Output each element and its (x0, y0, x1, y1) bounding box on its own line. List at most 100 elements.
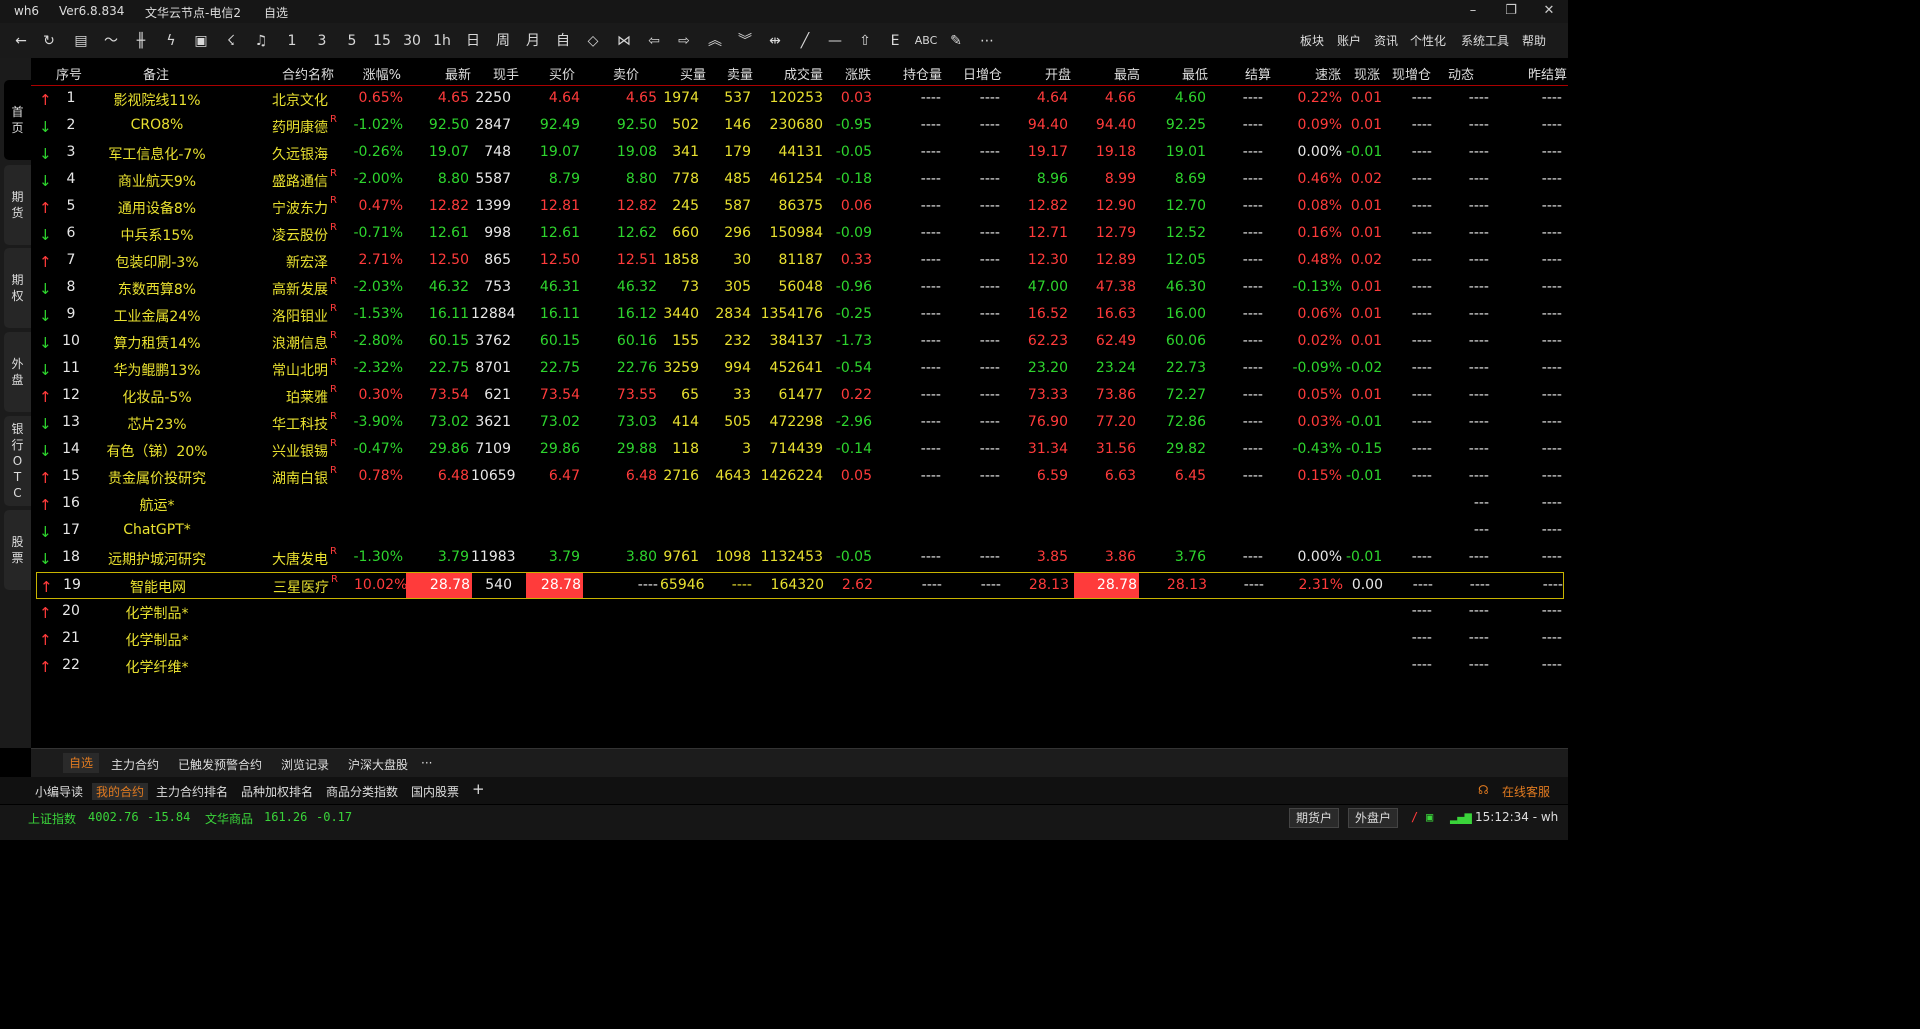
tab-weighted-ranking[interactable]: 品种加权排名 (241, 783, 313, 800)
line-chart-icon[interactable]: 〜 (99, 31, 123, 51)
column-header[interactable]: 合约名称 (263, 64, 353, 83)
online-service-link[interactable]: 在线客服 (1502, 783, 1550, 800)
tab-commodity-index[interactable]: 商品分类指数 (326, 783, 398, 800)
table-row[interactable]: ↓ 9 工业金属24% 洛阳钼业 R -1.53% 16.11 12884 16.11 16.12… (31, 302, 1568, 329)
abc-icon[interactable]: ABC (914, 31, 938, 51)
column-header[interactable]: 买价 (537, 64, 587, 83)
tab-editor-picks[interactable]: 小编导读 (35, 783, 83, 800)
tab-bank-otc[interactable]: 银行OTC (4, 416, 31, 506)
table-row[interactable]: ↓ 2 CRO8% 药明康德 R -1.02% 92.50 2847 92.49 92.50 502… (31, 113, 1568, 140)
text-e-icon[interactable]: Ε (883, 31, 907, 51)
period-day[interactable]: 日 (461, 31, 485, 51)
table-row[interactable]: ↓ 8 东数西算8% 高新发展 R -2.03% 46.32 753 46.31 46.32 73 3… (31, 275, 1568, 302)
headset-icon[interactable]: ☊ (1478, 783, 1489, 797)
tab-main-contracts[interactable]: 主力合约 (111, 756, 159, 773)
menu-system-tools[interactable]: 系统工具 (1461, 32, 1509, 49)
column-header[interactable]: 现涨 (1354, 64, 1380, 83)
table-row[interactable]: ↓ 17 ChatGPT* --- ---- (31, 518, 1568, 545)
column-header[interactable]: 开盘 (1036, 64, 1071, 83)
tab-large-cap[interactable]: 沪深大盘股 (348, 756, 408, 773)
column-header[interactable]: 备注 (111, 64, 201, 83)
server-node[interactable]: 文华云节点-电信2 (145, 4, 241, 21)
diamond-icon[interactable]: ◇ (581, 31, 605, 51)
table-row[interactable]: ↓ 10 算力租赁14% 浪潮信息 R -2.80% 60.15 3762 60.15 60.16… (31, 329, 1568, 356)
column-header[interactable]: 速涨 (1301, 64, 1341, 83)
tab-history[interactable]: 浏览记录 (281, 756, 329, 773)
menu-personalize[interactable]: 个性化 (1410, 32, 1446, 49)
table-row[interactable]: ↑ 19 智能电网 三星医疗 R 10.02% 28.78 540 28.78 ---- 65946… (36, 572, 1564, 599)
tab-my-contracts[interactable]: 我的合约 (92, 783, 149, 800)
tab-home[interactable]: 首页 (4, 80, 31, 160)
double-down-icon[interactable]: ︾ (733, 31, 757, 51)
table-row[interactable]: ↑ 22 化学纤维* ---- ---- ---- (31, 653, 1568, 680)
table-row[interactable]: ↓ 4 商业航天9% 盛路通信 R -2.00% 8.80 5587 8.79 8.80 778 48… (31, 167, 1568, 194)
column-header[interactable]: 现手 (479, 64, 519, 83)
tab-futures[interactable]: 期货 (4, 165, 31, 245)
diagonal-line-icon[interactable]: ╱ (793, 31, 817, 51)
table-row[interactable]: ↑ 7 包装印刷-3% 新宏泽 2.71% 12.50 865 12.50 12.51 1858 3… (31, 248, 1568, 275)
table-row[interactable]: ↓ 11 华为鲲鹏13% 常山北明 R -2.32% 22.75 8701 22.75 22.76… (31, 356, 1568, 383)
tab-watchlist[interactable]: 自选 (63, 753, 100, 773)
tab-triggered-alerts[interactable]: 已触发预警合约 (178, 756, 262, 773)
tab-main-ranking[interactable]: 主力合约排名 (156, 783, 228, 800)
more-tabs-icon[interactable]: ··· (421, 756, 432, 770)
menu-account[interactable]: 账户 (1337, 32, 1361, 49)
table-row[interactable]: ↓ 14 有色（锑）20% 兴业银锡 R -0.47% 29.86 7109 29.86 29.8… (31, 437, 1568, 464)
column-header[interactable]: 卖量 (718, 64, 753, 83)
menu-news[interactable]: 资讯 (1374, 32, 1398, 49)
double-up-icon[interactable]: ︽ (703, 31, 727, 51)
tab-foreign[interactable]: 外盘 (4, 332, 31, 412)
futures-account-button[interactable]: 期货户 (1289, 808, 1340, 828)
minimize-icon[interactable]: – (1461, 2, 1485, 20)
pen-icon[interactable]: ✎ (944, 31, 968, 51)
column-header[interactable]: 最新 (431, 64, 471, 83)
tab-stocks[interactable]: 股票 (4, 510, 31, 590)
horizontal-line-icon[interactable]: — (823, 31, 847, 51)
table-row[interactable]: ↓ 3 军工信息化-7% 久远银海 -0.26% 19.07 748 19.07 19.08 34… (31, 140, 1568, 167)
range-icon[interactable]: ⇹ (763, 31, 787, 51)
period-5[interactable]: 5 (340, 31, 364, 51)
column-header[interactable]: 最高 (1105, 64, 1140, 83)
tab-options[interactable]: 期权 (4, 248, 31, 328)
close-icon[interactable]: ✕ (1537, 2, 1561, 20)
table-row[interactable]: ↑ 15 贵金属价投研究 湖南白银 R 0.78% 6.48 10659 6.47 6.48 271… (31, 464, 1568, 491)
refresh-icon[interactable]: ↻ (37, 31, 61, 51)
table-row[interactable]: ↓ 6 中兵系15% 凌云股份 R -0.71% 12.61 998 12.61 12.62 660… (31, 221, 1568, 248)
period-week[interactable]: 周 (491, 31, 515, 51)
column-header[interactable]: 日增仓 (957, 64, 1002, 83)
foreign-account-button[interactable]: 外盘户 (1348, 808, 1399, 828)
column-header[interactable]: 卖价 (601, 64, 651, 83)
arrow-right-icon[interactable]: ⇨ (672, 31, 696, 51)
bell-icon[interactable]: ♫ (249, 31, 273, 51)
table-row[interactable]: ↑ 5 通用设备8% 宁波东力 R 0.47% 12.82 1399 12.81 12.82 245… (31, 194, 1568, 221)
restore-icon[interactable]: ❐ (1499, 2, 1523, 20)
table-row[interactable]: ↑ 1 影视院线11% 北京文化 0.65% 4.65 2250 4.64 4.65 1974 53… (31, 86, 1568, 113)
cloud-lightning-icon[interactable]: ☇ (219, 31, 243, 51)
arrow-left-icon[interactable]: ⇦ (642, 31, 666, 51)
back-icon[interactable]: ← (9, 31, 33, 51)
table-row[interactable]: ↑ 20 化学制品* ---- ---- ---- (31, 599, 1568, 626)
table-row[interactable]: ↑ 16 航运* --- ---- (31, 491, 1568, 518)
table-row[interactable]: ↓ 18 远期护城河研究 大唐发电 R -1.30% 3.79 11983 3.79 3.80 97… (31, 545, 1568, 572)
home-icon[interactable]: ⇧ (853, 31, 877, 51)
column-header[interactable]: 持仓量 (897, 64, 942, 83)
column-header[interactable]: 现增仓 (1391, 64, 1431, 83)
menu-sector[interactable]: 板块 (1300, 32, 1324, 49)
period-30[interactable]: 30 (400, 31, 424, 51)
table-icon[interactable]: ▤ (69, 31, 93, 51)
column-header[interactable]: 最低 (1173, 64, 1208, 83)
add-tab-icon[interactable]: + (472, 780, 485, 798)
column-header[interactable]: 成交量 (778, 64, 823, 83)
column-header[interactable]: 涨跌 (841, 64, 871, 83)
column-header[interactable]: 动态 (1444, 64, 1474, 83)
tape-icon[interactable]: ▣ (189, 31, 213, 51)
period-3[interactable]: 3 (310, 31, 334, 51)
period-1[interactable]: 1 (280, 31, 304, 51)
period-month[interactable]: 月 (521, 31, 545, 51)
bowtie-icon[interactable]: ⋈ (612, 31, 636, 51)
monitor-icon[interactable]: ▣ (1426, 810, 1433, 824)
column-header[interactable]: 买量 (671, 64, 706, 83)
lightning-icon[interactable]: ϟ (159, 31, 183, 51)
more-icon[interactable]: ⋯ (975, 31, 999, 51)
table-row[interactable]: ↑ 21 化学制品* ---- ---- ---- (31, 626, 1568, 653)
